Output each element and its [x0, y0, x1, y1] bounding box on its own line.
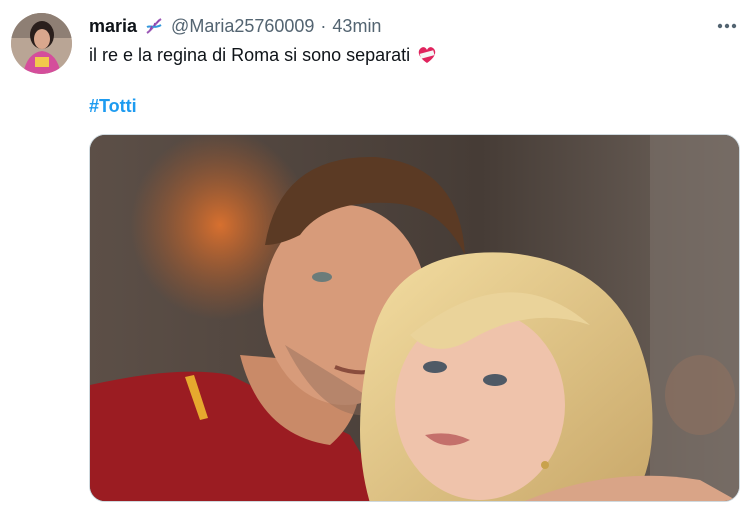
- more-options-icon: [717, 16, 737, 34]
- separator: ·: [320, 15, 327, 36]
- timestamp[interactable]: 43min: [332, 16, 381, 37]
- mending-heart-icon: [416, 44, 438, 66]
- avatar[interactable]: [11, 13, 72, 74]
- dna-icon: [143, 15, 165, 37]
- tweet: maria @Maria25760009 · 43min il re e la …: [0, 0, 750, 509]
- user-handle[interactable]: @Maria25760009: [171, 16, 314, 37]
- more-options-button[interactable]: [714, 12, 740, 38]
- tweet-text-content: il re e la regina di Roma si sono separa…: [89, 45, 411, 65]
- tweet-header: maria @Maria25760009 · 43min: [89, 14, 381, 38]
- display-name[interactable]: maria: [89, 16, 137, 37]
- hashtag-link[interactable]: #Totti: [89, 95, 137, 117]
- tweet-photo[interactable]: [89, 134, 740, 502]
- tweet-text: il re e la regina di Roma si sono separa…: [89, 44, 438, 66]
